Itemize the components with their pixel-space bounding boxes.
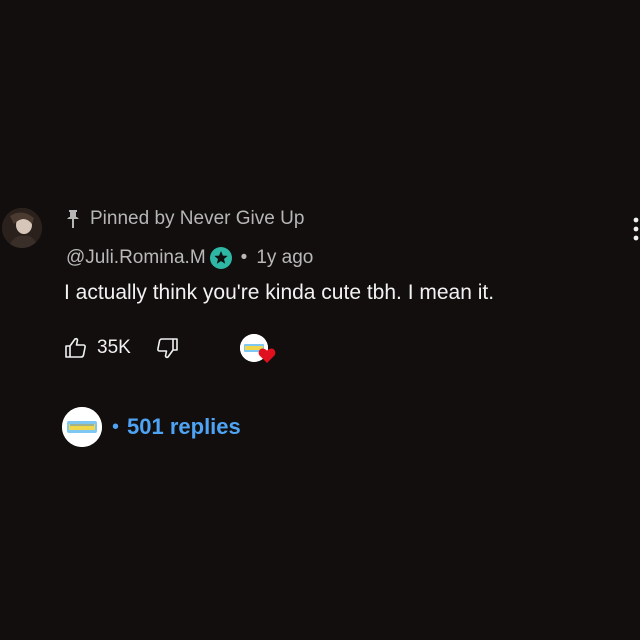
star-badge-icon bbox=[209, 247, 232, 269]
pin-icon bbox=[67, 210, 79, 228]
thumbs-up-icon bbox=[65, 337, 86, 358]
replies-count: 501 replies bbox=[127, 414, 241, 439]
heart-icon bbox=[258, 348, 276, 363]
like-button[interactable]: 35K bbox=[64, 336, 131, 360]
reply-avatar-logo bbox=[62, 407, 102, 447]
pinned-label: Pinned by Never Give Up bbox=[90, 208, 305, 229]
creator-heart bbox=[240, 334, 276, 366]
meta-separator: • bbox=[240, 247, 248, 268]
view-replies-button[interactable]: • 501 replies bbox=[62, 406, 241, 448]
author-handle[interactable]: @Juli.Romina.M bbox=[66, 247, 206, 269]
comment-actions: 35K bbox=[64, 333, 179, 363]
comment-text: I actually think you're kinda cute tbh. … bbox=[64, 281, 495, 304]
comment-meta: @Juli.Romina.M • 1y ago bbox=[66, 245, 313, 271]
more-options-button[interactable] bbox=[632, 216, 640, 242]
avatar-photo bbox=[2, 208, 42, 248]
more-vert-icon bbox=[633, 217, 639, 241]
replies-separator: • bbox=[112, 415, 120, 438]
comment-timestamp: 1y ago bbox=[256, 247, 314, 268]
reply-avatar bbox=[62, 407, 102, 447]
commenter-avatar[interactable] bbox=[2, 208, 42, 248]
like-count: 35K bbox=[97, 337, 131, 358]
pinned-indicator: Pinned by Never Give Up bbox=[66, 206, 304, 232]
thumbs-down-icon bbox=[156, 338, 178, 359]
comment-thread: Pinned by Never Give Up @Juli.Romina.M •… bbox=[0, 0, 640, 640]
dislike-button[interactable] bbox=[155, 336, 179, 360]
